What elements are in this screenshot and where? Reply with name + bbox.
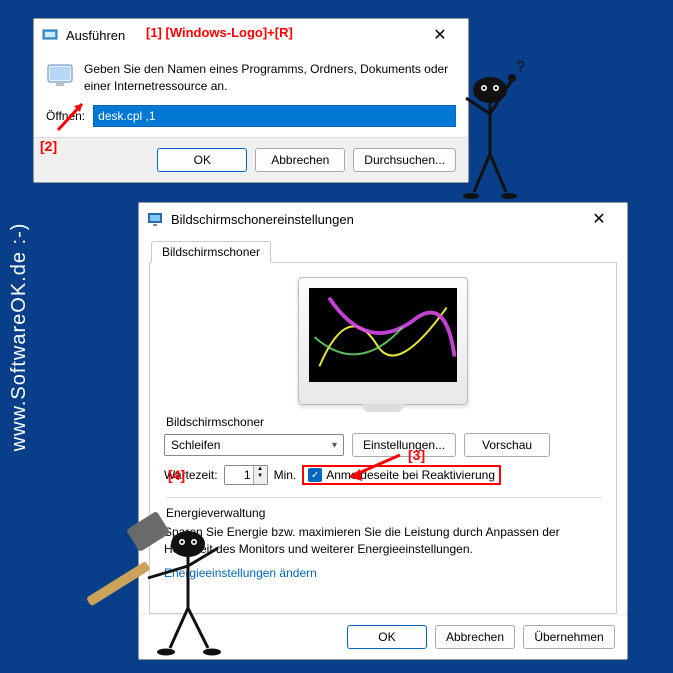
cancel-button[interactable]: Abbrechen <box>435 625 515 649</box>
run-button-row: OK Abbrechen Durchsuchen... <box>34 137 468 182</box>
ss-pane: Bildschirmschoner Schleifen ▾ Einstellun… <box>149 262 617 614</box>
svg-text:?: ? <box>516 59 525 76</box>
monitor-icon <box>147 211 163 227</box>
close-icon[interactable]: ✕ <box>579 209 619 229</box>
ok-button[interactable]: OK <box>347 625 427 649</box>
ss-title: Bildschirmschonereinstellungen <box>171 212 579 227</box>
apply-button[interactable]: Übernehmen <box>523 625 615 649</box>
monitor-screen <box>309 288 457 382</box>
screensaver-combo[interactable]: Schleifen ▾ <box>164 434 344 456</box>
run-app-icon <box>42 27 58 43</box>
monitor-preview-wrap <box>164 277 602 405</box>
run-program-icon <box>46 61 74 89</box>
energy-description: Sparen Sie Energie bzw. maximieren Sie d… <box>164 524 602 558</box>
ss-button-row: OK Abbrechen Übernehmen <box>139 614 627 659</box>
arrow-3 <box>340 451 410 487</box>
combo-value: Schleifen <box>171 438 220 452</box>
open-input[interactable] <box>93 105 456 127</box>
wait-spinner[interactable]: ▲ ▼ <box>224 465 268 485</box>
run-dialog: Ausführen ✕ [1] [Windows-Logo]+[R] Geben… <box>33 18 469 183</box>
open-label: Öffnen: <box>46 109 85 123</box>
wait-unit: Min. <box>274 468 297 482</box>
browse-button[interactable]: Durchsuchen... <box>353 148 456 172</box>
energy-label: Energieverwaltung <box>166 497 602 520</box>
annotation-3: [3] <box>408 447 425 463</box>
energy-settings-link[interactable]: Energieeinstellungen ändern <box>164 566 317 580</box>
run-input-row: Öffnen: <box>34 101 468 137</box>
watermark-text: www.SoftwareOK.de :-) <box>8 222 31 451</box>
run-description: Geben Sie den Namen eines Programms, Ord… <box>84 61 456 95</box>
ss-titlebar: Bildschirmschonereinstellungen ✕ <box>139 203 627 235</box>
ss-tab-area: Bildschirmschoner Bildschirmsch <box>149 241 617 614</box>
wait-value-input[interactable] <box>225 466 253 484</box>
chevron-down-icon: ▾ <box>332 440 337 451</box>
group-screensaver-label: Bildschirmschoner <box>166 415 602 429</box>
ok-button[interactable]: OK <box>157 148 247 172</box>
annotation-4: [4] <box>168 467 185 483</box>
annotation-2: [2] <box>40 138 57 154</box>
energy-group: Energieverwaltung Sparen Sie Energie bzw… <box>164 497 602 580</box>
tab-screensaver[interactable]: Bildschirmschoner <box>151 241 271 263</box>
preview-button[interactable]: Vorschau <box>464 433 550 457</box>
checkbox-checked-icon[interactable]: ✓ <box>308 468 322 482</box>
cancel-button[interactable]: Abbrechen <box>255 148 345 172</box>
screensaver-dialog: Bildschirmschonereinstellungen ✕ Bildsch… <box>138 202 628 660</box>
close-icon[interactable]: ✕ <box>420 25 460 45</box>
annotation-1: [1] [Windows-Logo]+[R] <box>146 25 293 40</box>
spinner-down-icon[interactable]: ▼ <box>254 473 267 480</box>
monitor-preview <box>298 277 468 405</box>
run-body: Geben Sie den Namen eines Programms, Ord… <box>34 51 468 101</box>
spinner-up-icon[interactable]: ▲ <box>254 466 267 473</box>
monitor-stand <box>363 404 403 412</box>
spinner-arrows[interactable]: ▲ ▼ <box>253 466 267 484</box>
